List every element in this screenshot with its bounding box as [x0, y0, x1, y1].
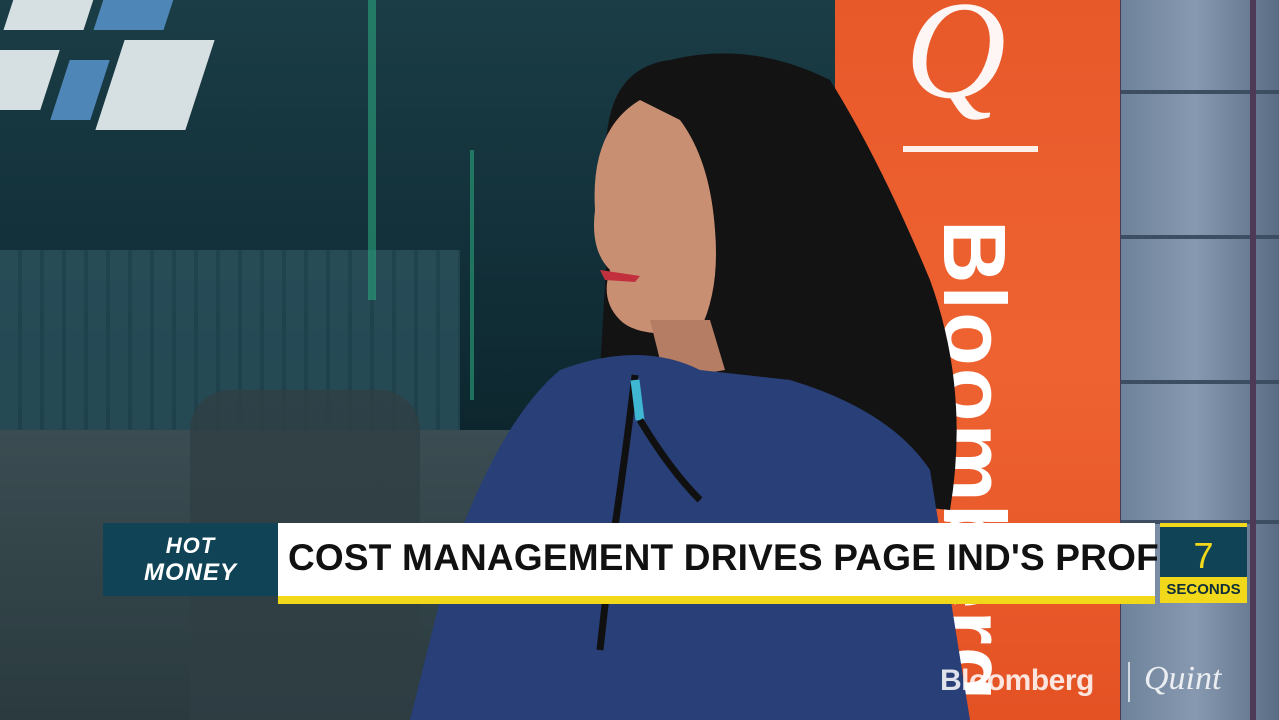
countdown-timer: 7 SECONDS — [1160, 523, 1247, 603]
watermark-bloomberg: Bloomberg — [940, 664, 1094, 697]
background-light-strip — [368, 0, 376, 300]
presenter-figure — [410, 53, 970, 720]
watermark-quint: Quint — [1144, 660, 1222, 697]
headline-text: COST MANAGEMENT DRIVES PAGE IND'S PROFIT — [288, 537, 1193, 578]
show-logo-line1: HOT — [165, 533, 216, 558]
show-logo-line2: MONEY — [143, 559, 237, 586]
background-logo-shapes — [0, 0, 250, 140]
headline-underline — [278, 596, 1155, 604]
countdown-label: SECONDS — [1160, 577, 1247, 603]
countdown-value: 7 — [1193, 535, 1214, 576]
headline-box: COST MANAGEMENT DRIVES PAGE IND'S PROFIT — [278, 523, 1192, 596]
show-logo: HOT MONEY — [103, 523, 278, 596]
lower-third-banner: HOT MONEY COST MANAGEMENT DRIVES PAGE IN… — [0, 523, 1279, 609]
channel-watermark: Bloomberg Quint — [940, 660, 1260, 708]
video-frame: Q Bloomberg HOT MONEY COST MANAGEMENT DR… — [0, 0, 1279, 720]
watermark-separator — [1128, 662, 1130, 702]
background-right-wall — [1110, 0, 1279, 720]
